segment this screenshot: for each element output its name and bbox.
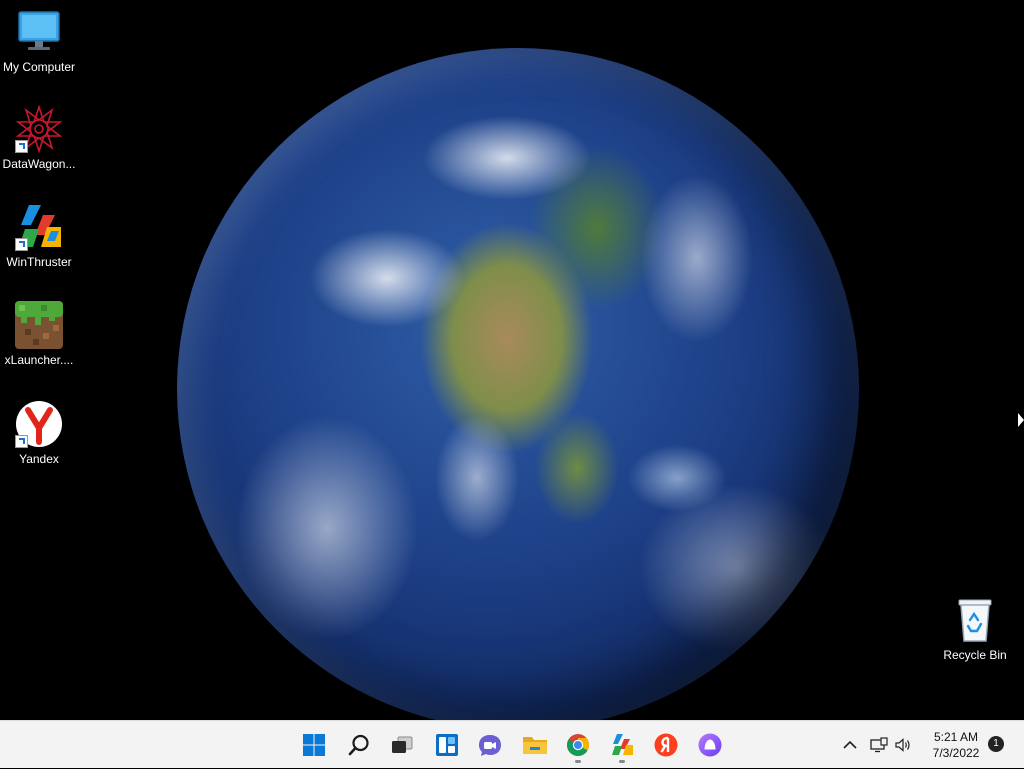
- chrome-icon: [567, 734, 589, 756]
- chevron-up-icon: [843, 740, 857, 749]
- desktop-icon-winthruster[interactable]: WinThruster: [0, 203, 79, 269]
- desktop-icon-label: My Computer: [2, 60, 76, 74]
- speaker-icon: [895, 738, 910, 752]
- alice-assistant-icon: [698, 733, 722, 757]
- datawagon-star-icon: [15, 104, 63, 154]
- chrome-button[interactable]: [562, 729, 594, 763]
- search-button[interactable]: [343, 729, 375, 761]
- desktop-icon-xlauncher[interactable]: xLauncher....: [0, 301, 79, 367]
- minecraft-grass-block-icon: [15, 301, 63, 349]
- edge-arrow-icon: [1018, 413, 1024, 427]
- show-hidden-icons-button[interactable]: [838, 721, 862, 769]
- running-indicator: [619, 760, 625, 763]
- chat-button[interactable]: [474, 729, 506, 761]
- monitor-icon: [15, 8, 63, 56]
- desktop-icon-label: WinThruster: [6, 255, 72, 269]
- yandex-browser-icon: [654, 733, 678, 757]
- widgets-button[interactable]: [431, 729, 463, 761]
- desktop-icon-recycle-bin[interactable]: Recycle Bin: [935, 596, 1015, 662]
- network-icon: [870, 737, 888, 753]
- yandex-taskbar-button[interactable]: [650, 729, 682, 761]
- winthruster-icon: [15, 203, 63, 251]
- desktop-icon-yandex[interactable]: Yandex: [0, 400, 79, 466]
- file-explorer-button[interactable]: [519, 729, 551, 761]
- desktop-icon-label: Recycle Bin: [943, 648, 1007, 662]
- chat-icon: [479, 735, 501, 756]
- volume-button[interactable]: [892, 721, 914, 769]
- task-view-button[interactable]: [386, 729, 418, 761]
- taskbar: 5:21 AM 7/3/2022: [0, 720, 1024, 768]
- clock-date: 7/3/2022: [932, 746, 980, 760]
- running-indicator: [575, 760, 581, 763]
- shortcut-arrow-icon: [15, 238, 28, 251]
- notification-badge[interactable]: 1: [988, 736, 1004, 752]
- desktop-icon-label: DataWagon...: [2, 157, 76, 171]
- start-button[interactable]: [298, 729, 330, 761]
- network-button[interactable]: [868, 721, 890, 769]
- desktop-icon-datawagon[interactable]: DataWagon...: [0, 104, 79, 171]
- shortcut-arrow-icon: [15, 435, 28, 448]
- yandex-browser-icon: [15, 400, 63, 448]
- recycle-bin-icon: [951, 596, 999, 644]
- folder-icon: [523, 737, 547, 754]
- alice-taskbar-button[interactable]: [694, 729, 726, 761]
- clock-time: 5:21 AM: [933, 730, 979, 744]
- desktop-icon-my-computer[interactable]: My Computer: [0, 8, 79, 74]
- desktop-icon-label: Yandex: [19, 452, 59, 466]
- winthruster-taskbar-button[interactable]: [606, 729, 638, 763]
- search-icon: [348, 734, 369, 756]
- clock-button[interactable]: 5:21 AM 7/3/2022: [918, 729, 994, 761]
- winthruster-icon: [612, 734, 633, 755]
- task-view-icon: [392, 736, 413, 753]
- desktop-icon-label: xLauncher....: [4, 353, 74, 367]
- shortcut-arrow-icon: [15, 140, 28, 153]
- windows-logo-icon: [303, 734, 325, 756]
- earth-wallpaper-image: [177, 48, 859, 720]
- widgets-icon: [436, 734, 458, 756]
- desktop-wallpaper: [0, 0, 1024, 720]
